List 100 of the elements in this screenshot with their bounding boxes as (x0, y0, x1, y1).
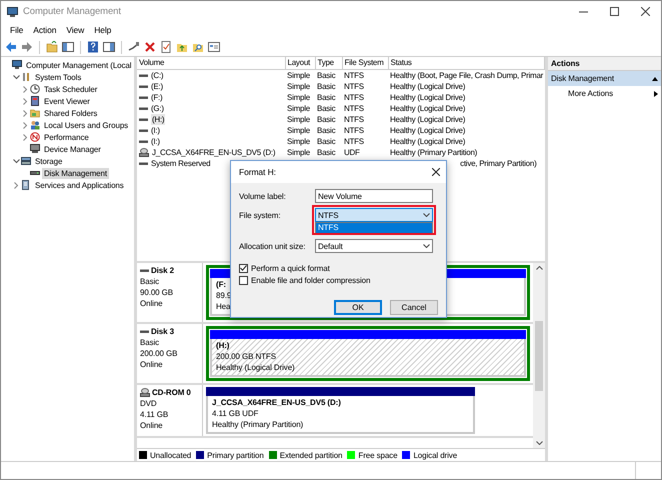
tree-item[interactable]: Computer Management (Local (24, 60, 134, 70)
delete-icon[interactable] (144, 41, 156, 53)
maximize-icon[interactable] (610, 7, 619, 16)
disk-name: CD-ROM 0 (152, 387, 191, 398)
partition-text: 4.11 GB UDF (212, 408, 258, 419)
tree-item[interactable]: Services and Applications (33, 180, 126, 190)
scroll-up-icon[interactable] (536, 266, 542, 270)
table-cell: Healthy (Logical Drive) (390, 82, 466, 90)
drive-name[interactable]: (C:) (151, 70, 164, 80)
column-header[interactable]: File System (344, 58, 384, 68)
drive-name[interactable]: (F:) (151, 92, 162, 102)
computer-icon (7, 6, 18, 16)
checkbox[interactable] (239, 264, 248, 272)
tree-item[interactable]: Shared Folders (42, 108, 100, 118)
folder-search-icon[interactable] (192, 41, 204, 53)
table-cell: Basic (317, 136, 336, 146)
close-icon[interactable] (432, 168, 440, 176)
drive-name[interactable]: J_CCSA_X64FRE_EN-US_DV5 (D:) (152, 146, 276, 158)
help-icon[interactable] (87, 41, 99, 53)
table-cell: Simple (287, 126, 310, 134)
check-icon (240, 265, 247, 271)
input-field[interactable]: New Volume (315, 189, 433, 203)
tree-item[interactable]: Performance (42, 132, 91, 142)
column-header[interactable]: Volume (139, 58, 164, 68)
book-icon (30, 96, 40, 106)
column-header[interactable]: Type (318, 58, 334, 68)
cancel-button[interactable]: Cancel (390, 300, 438, 315)
chevron-icon[interactable] (23, 134, 28, 140)
chevron-icon[interactable] (23, 110, 28, 116)
server-icon (21, 180, 31, 190)
column-header[interactable]: Status (390, 58, 412, 68)
drive-name[interactable]: (I:) (151, 136, 160, 146)
dropdown[interactable]: NTFS (315, 208, 433, 222)
table-cell: Simple (287, 70, 310, 80)
table-cell: Healthy (Logical Drive) (390, 104, 466, 112)
chevron-icon[interactable] (23, 98, 28, 104)
clock-icon (30, 84, 40, 94)
users-icon (30, 120, 40, 130)
action-item[interactable]: More Actions (548, 86, 661, 101)
field-label: File system: (239, 210, 282, 220)
dropdown-option[interactable]: NTFS (316, 223, 432, 233)
chevron-icon[interactable] (14, 182, 19, 188)
action-section[interactable]: Disk Management (548, 71, 661, 86)
partition-text: Healthy (Primary Partition) (212, 419, 304, 430)
table-cell: NTFS (344, 126, 364, 134)
table-cell: Healthy (Boot, Page File, Crash Dump, Primar (390, 70, 544, 80)
ok-button[interactable]: OK (334, 300, 382, 315)
tree-item[interactable]: Device Manager (42, 144, 103, 154)
drive-name[interactable]: (H:) (151, 114, 166, 124)
drive-name[interactable]: (I:) (151, 124, 160, 136)
checkbox-label[interactable]: Perform a quick format (251, 262, 330, 274)
drive-name[interactable]: (G:) (151, 102, 164, 114)
tree-item[interactable]: Task Scheduler (42, 84, 100, 94)
folder-arrow-icon[interactable] (176, 41, 188, 53)
chevron-icon[interactable] (23, 86, 28, 92)
chevron-icon (423, 213, 430, 217)
pane-icon[interactable] (62, 41, 74, 53)
menu-item[interactable]: Action (28, 24, 62, 36)
chevron-icon[interactable] (23, 122, 28, 128)
folder-icon[interactable] (46, 41, 58, 53)
submenu-arrow-icon (654, 90, 658, 96)
checkbox[interactable] (239, 276, 248, 284)
tree-item[interactable]: System Tools (33, 72, 84, 82)
drive-name[interactable]: System Reserved (151, 158, 210, 168)
table-cell: Simple (287, 82, 310, 90)
partition-text: Healthy (Logical Drive) (216, 362, 295, 373)
checkbox-label[interactable]: Enable file and folder compression (251, 274, 370, 286)
tree-item[interactable]: Storage (33, 156, 64, 166)
drive-name[interactable]: (E:) (151, 80, 163, 92)
chevron-icon (423, 244, 430, 248)
tree-item[interactable]: Disk Management (42, 168, 109, 178)
pane-icon[interactable] (103, 41, 115, 53)
legend-label: Primary partition (207, 450, 264, 460)
scrollbar[interactable] (533, 263, 545, 448)
table-cell: Basic (317, 70, 336, 80)
chevron-icon[interactable] (13, 158, 20, 164)
column-header[interactable]: Layout (288, 58, 310, 68)
menu-item[interactable]: View (61, 24, 90, 36)
partition-block[interactable]: (H:) 200.00 GB NTFS Healthy (Logical Drive) (206, 326, 530, 381)
forward-arrow-icon[interactable] (21, 41, 33, 53)
close-icon[interactable] (641, 7, 650, 16)
action-label: More Actions (568, 88, 614, 99)
table-cell: Healthy (Logical Drive) (390, 136, 466, 146)
tree-item[interactable]: Event Viewer (42, 96, 92, 106)
table-cell: Basic (317, 92, 336, 102)
back-arrow-icon[interactable] (5, 41, 17, 53)
scroll-down-icon[interactable] (536, 441, 542, 445)
checklist-icon[interactable] (160, 41, 172, 53)
chevron-icon[interactable] (13, 74, 20, 80)
menu-item[interactable]: File (5, 24, 28, 36)
storage-icon (21, 156, 31, 166)
table-cell: Simple (287, 104, 310, 112)
field-label: Volume label: (239, 190, 287, 202)
scroll-thumb[interactable] (535, 320, 543, 390)
tree-item[interactable]: Local Users and Groups (42, 120, 130, 130)
table-cell: NTFS (344, 136, 364, 146)
legend-label: Extended partition (280, 450, 342, 460)
dropdown[interactable]: Default (315, 239, 433, 253)
menu-item[interactable]: Help (89, 24, 116, 36)
window-icon[interactable] (208, 41, 220, 53)
